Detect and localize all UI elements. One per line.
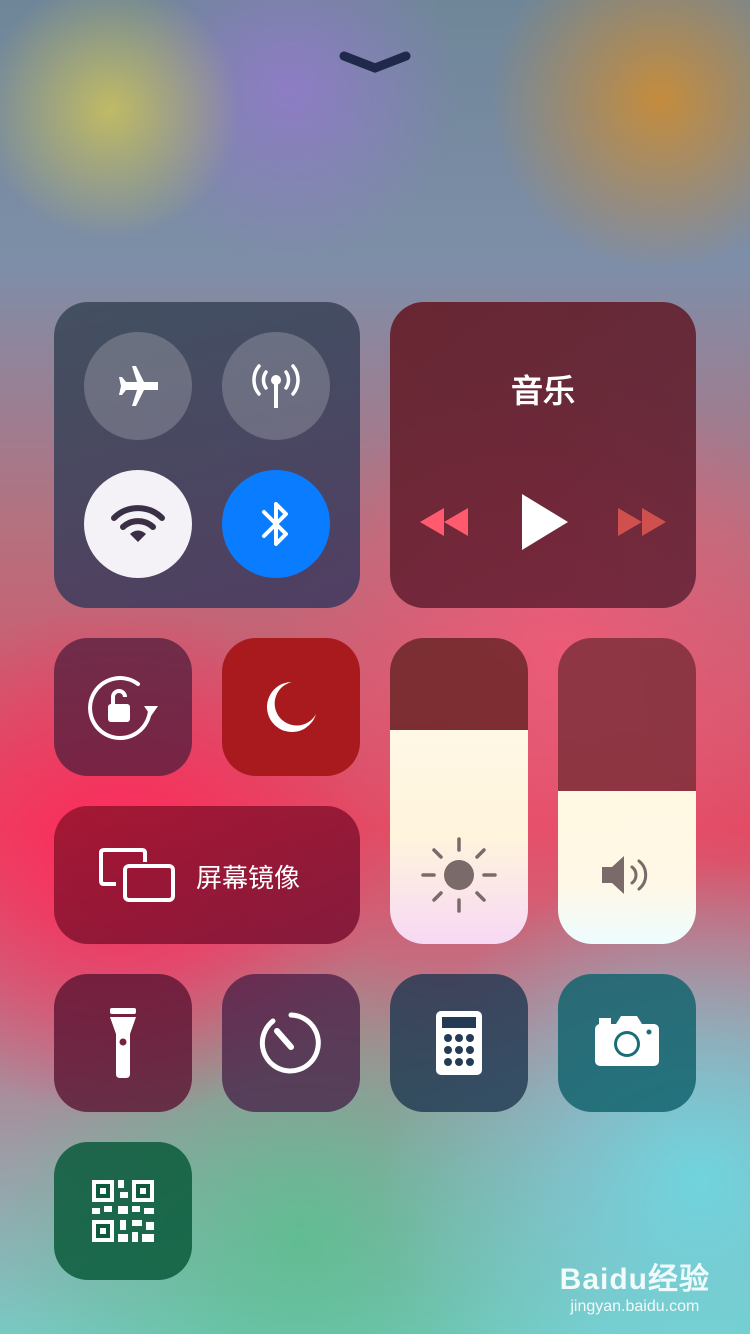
calculator-button[interactable] — [390, 974, 528, 1112]
screen-mirroring-label: 屏幕镜像 — [196, 864, 301, 894]
screen-mirroring-icon — [99, 848, 175, 902]
moon-icon — [267, 682, 316, 732]
timer-icon — [259, 1012, 321, 1074]
airplane-icon — [119, 366, 158, 406]
chevron-down-icon[interactable] — [338, 48, 412, 78]
flashlight-icon — [110, 1008, 136, 1078]
sun-icon — [421, 837, 497, 913]
watermark-brand: Baidu经验 — [559, 1263, 710, 1296]
antenna-icon — [252, 364, 300, 408]
flashlight-button[interactable] — [54, 974, 192, 1112]
screen-mirroring-button[interactable]: 屏幕镜像 — [54, 806, 360, 944]
cellular-data-button[interactable] — [222, 332, 330, 440]
do-not-disturb-button[interactable] — [222, 638, 360, 776]
rewind-icon[interactable] — [418, 504, 470, 540]
rotation-lock-icon — [88, 676, 158, 741]
calculator-icon — [436, 1011, 482, 1075]
wifi-icon — [111, 505, 165, 542]
bluetooth-icon — [262, 502, 288, 546]
camera-button[interactable] — [558, 974, 696, 1112]
brightness-slider[interactable] — [390, 638, 528, 944]
airplane-mode-button[interactable] — [84, 332, 192, 440]
rotation-lock-button[interactable] — [54, 638, 192, 776]
baidu-jingyan-watermark: Baidu经验 jingyan.baidu.com — [560, 1254, 710, 1316]
volume-slider[interactable] — [558, 638, 696, 944]
timer-button[interactable] — [222, 974, 360, 1112]
qr-code-icon — [92, 1180, 154, 1242]
fast-forward-icon[interactable] — [616, 504, 668, 540]
wifi-button[interactable] — [84, 470, 192, 578]
music-title: 音乐 — [510, 372, 575, 410]
camera-icon — [595, 1016, 659, 1066]
bluetooth-button[interactable] — [222, 470, 330, 578]
play-icon[interactable] — [518, 492, 570, 552]
music-module[interactable]: 音乐 — [390, 302, 696, 608]
watermark-url: jingyan.baidu.com — [570, 1298, 700, 1315]
qr-scanner-button[interactable] — [54, 1142, 192, 1280]
connectivity-module — [54, 302, 360, 608]
speaker-icon — [602, 856, 648, 894]
